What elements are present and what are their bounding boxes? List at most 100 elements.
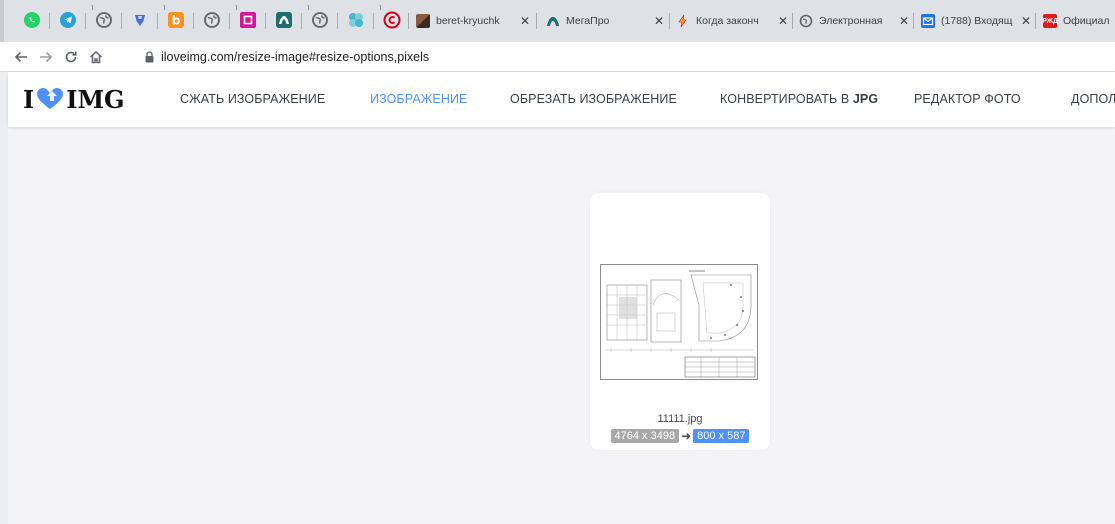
bookmark-icon: b <box>168 12 184 28</box>
forward-button[interactable] <box>35 46 57 68</box>
pinned-tab-globe-3[interactable] <box>311 11 329 29</box>
tab-inbox[interactable]: (1788) Входящ ✕ <box>921 8 1033 34</box>
tab-separator <box>121 13 122 29</box>
pinned-tab-shield[interactable] <box>131 11 149 29</box>
nav-crop[interactable]: ОБРЕЗАТЬ ИЗОБРАЖЕНИЕ <box>510 92 677 106</box>
tab-separator <box>49 13 50 29</box>
mail-icon <box>921 14 935 28</box>
pinned-tab-copyright[interactable] <box>383 11 401 29</box>
pinned-tab-bookmark[interactable]: b <box>167 11 185 29</box>
tab-separator <box>193 13 194 29</box>
telegram-icon <box>60 12 76 28</box>
pinned-tab-whatsapp[interactable] <box>23 11 41 29</box>
tab-separator <box>229 13 230 29</box>
heart-icon <box>37 88 64 109</box>
megapro-icon <box>546 14 560 28</box>
lock-icon[interactable] <box>145 51 154 63</box>
shield-icon <box>135 15 145 26</box>
tab-separator <box>408 13 409 29</box>
nav-convert-format: JPG <box>852 92 879 106</box>
globe-icon <box>204 12 220 28</box>
tab-tick <box>236 5 237 10</box>
tab-title: beret-kryuchk <box>436 15 500 27</box>
tab-title: Когда законч <box>696 15 759 27</box>
arrow-right-icon <box>40 51 53 63</box>
tab-separator <box>301 13 302 29</box>
rzd-icon: РЖД <box>1043 14 1058 28</box>
drawing-thumbnail-image <box>601 265 757 379</box>
globe-icon <box>799 14 813 28</box>
tab-title: МегаПро <box>566 15 610 27</box>
lightning-icon <box>676 14 690 28</box>
tab-title: Электронная <box>819 15 883 27</box>
tab-tick <box>380 5 381 10</box>
tab-oficial[interactable]: РЖД Официал <box>1043 8 1115 34</box>
tab-separator <box>157 13 158 29</box>
file-dimensions: 4764 x 3498 ➜ 800 x 587 <box>590 429 770 443</box>
tab-separator <box>913 13 914 29</box>
globe-icon <box>312 12 328 28</box>
close-icon[interactable]: ✕ <box>518 14 532 28</box>
square-icon <box>240 12 256 28</box>
tab-beret[interactable]: beret-kryuchk ✕ <box>416 8 532 34</box>
nav-more[interactable]: ДОПОЛ <box>1071 92 1115 106</box>
tab-separator <box>669 13 670 29</box>
new-size-badge: 800 x 587 <box>693 429 750 443</box>
browser-tab-strip: b beret-kryuchk ✕ МегаПро ✕ Когда законч… <box>0 0 1115 42</box>
megapro-icon <box>276 12 292 28</box>
tab-separator <box>85 13 86 29</box>
nav-resize[interactable]: ИЗОБРАЖЕНИЕ <box>370 92 468 106</box>
close-icon[interactable]: ✕ <box>776 14 790 28</box>
tab-separator <box>536 13 537 29</box>
arrow-right-icon: ➜ <box>681 429 692 443</box>
pinned-tab-megapro[interactable] <box>275 11 293 29</box>
site-header: I IMG СЖАТЬ ИЗОБРАЖЕНИЕ ИЗОБРАЖЕНИЕ ОБРЕ… <box>8 72 1115 127</box>
tab-separator <box>792 13 793 29</box>
browser-toolbar: iloveimg.com/resize-image#resize-options… <box>0 42 1115 72</box>
close-icon[interactable]: ✕ <box>897 14 911 28</box>
reload-button[interactable] <box>60 46 82 68</box>
tab-megapro[interactable]: МегаПро ✕ <box>546 8 666 34</box>
address-bar-url[interactable]: iloveimg.com/resize-image#resize-options… <box>161 50 429 64</box>
pinned-tab-square[interactable] <box>239 11 257 29</box>
arrow-left-icon <box>14 51 27 63</box>
tab-separator <box>373 13 374 29</box>
pinned-tab-globe[interactable] <box>95 11 113 29</box>
tab-separator <box>337 13 338 29</box>
logo-text-img: IMG <box>66 84 125 114</box>
crystal-icon <box>349 13 363 27</box>
nav-convert-label: КОНВЕРТИРОВАТЬ В <box>720 92 850 106</box>
tab-elektronnaya[interactable]: Электронная ✕ <box>799 8 911 34</box>
file-card[interactable]: 11111.jpg 4764 x 3498 ➜ 800 x 587 <box>590 193 770 450</box>
tab-title: (1788) Входящ <box>941 15 1013 27</box>
nav-compress[interactable]: СЖАТЬ ИЗОБРАЖЕНИЕ <box>180 92 325 106</box>
logo-text-i: I <box>23 84 35 114</box>
tab-title: Официал <box>1063 15 1110 27</box>
nav-photo-editor[interactable]: РЕДАКТОР ФОТО <box>914 92 1021 106</box>
tab-kogda[interactable]: Когда законч ✕ <box>676 8 790 34</box>
home-icon <box>89 50 103 64</box>
pinned-tab-crystal[interactable] <box>347 11 365 29</box>
pinned-tab-telegram[interactable] <box>59 11 77 29</box>
pinned-tab-globe-2[interactable] <box>203 11 221 29</box>
iloveimg-logo[interactable]: I IMG <box>23 84 125 114</box>
image-icon <box>416 14 430 28</box>
close-icon[interactable]: ✕ <box>1019 14 1033 28</box>
tab-tick <box>308 5 309 10</box>
file-thumbnail <box>600 264 758 380</box>
original-size-badge: 4764 x 3498 <box>610 429 680 443</box>
tab-tick <box>92 5 93 10</box>
tab-tick <box>164 5 165 10</box>
left-scroll-shade <box>0 72 8 524</box>
globe-icon <box>96 12 112 28</box>
reload-icon <box>65 51 77 63</box>
home-button[interactable] <box>85 46 107 68</box>
file-name: 11111.jpg <box>657 413 703 425</box>
svg-text:b: b <box>172 14 181 28</box>
tab-separator <box>265 13 266 29</box>
close-icon[interactable]: ✕ <box>652 14 666 28</box>
back-button[interactable] <box>10 46 32 68</box>
nav-convert[interactable]: КОНВЕРТИРОВАТЬ В JPG <box>720 92 878 106</box>
tab-separator <box>1035 13 1036 29</box>
tab-strip-edge <box>0 0 4 42</box>
